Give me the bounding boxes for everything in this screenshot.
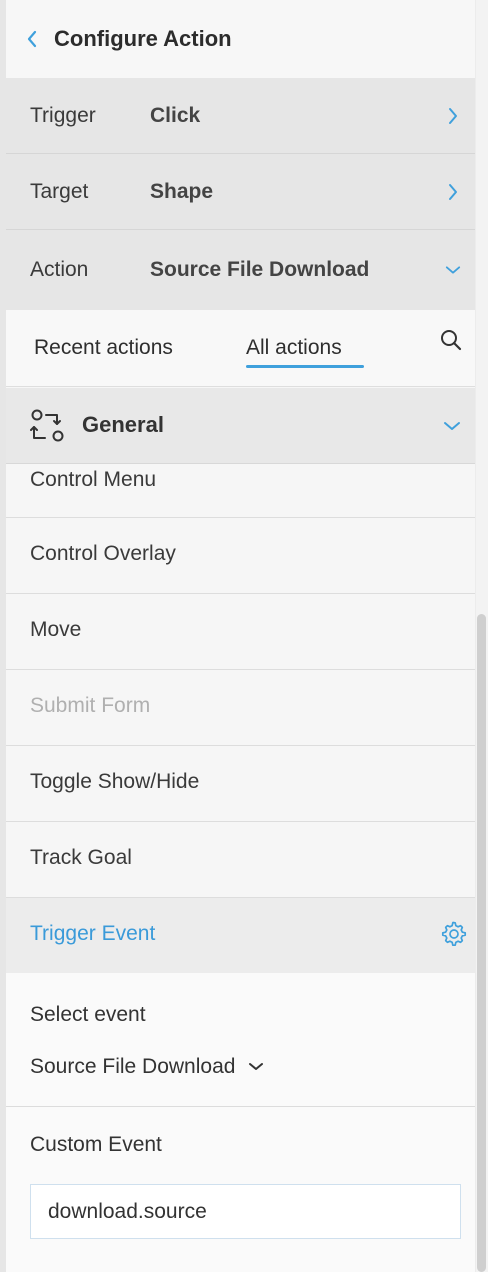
action-item-label: Trigger Event bbox=[30, 922, 156, 945]
trigger-value: Click bbox=[150, 103, 201, 127]
custom-event-label: Custom Event bbox=[30, 1133, 162, 1156]
action-row[interactable]: Action Source File Download bbox=[6, 230, 475, 310]
gear-icon[interactable] bbox=[439, 920, 467, 948]
action-item-label: Move bbox=[30, 618, 82, 641]
chevron-right-icon[interactable] bbox=[445, 107, 461, 124]
group-label: General bbox=[82, 412, 164, 437]
select-event-value: Source File Download bbox=[30, 1055, 236, 1078]
action-item-move[interactable]: Move bbox=[6, 594, 475, 670]
target-value: Shape bbox=[150, 179, 214, 203]
action-item-track-goal[interactable]: Track Goal bbox=[6, 822, 475, 898]
action-item-control-menu[interactable]: Control Menu bbox=[6, 464, 475, 518]
action-item-control-overlay[interactable]: Control Overlay bbox=[6, 518, 475, 594]
page-title: Configure Action bbox=[54, 26, 232, 51]
chevron-left-icon[interactable] bbox=[26, 30, 38, 48]
configure-action-panel: Configure Action Trigger Click Target Sh… bbox=[6, 0, 475, 1272]
active-tab-indicator bbox=[246, 365, 364, 368]
panel-header: Configure Action bbox=[6, 0, 475, 78]
back-button[interactable] bbox=[26, 29, 40, 49]
target-row[interactable]: Target Shape bbox=[6, 154, 475, 230]
chevron-down-icon[interactable] bbox=[445, 262, 461, 278]
search-icon[interactable] bbox=[439, 328, 463, 352]
chevron-right-icon[interactable] bbox=[445, 183, 461, 200]
chevron-down-icon[interactable] bbox=[443, 418, 461, 434]
select-event-label: Select event bbox=[30, 1003, 146, 1026]
action-item-label: Submit Form bbox=[30, 694, 151, 717]
action-item-toggle-show-hide[interactable]: Toggle Show/Hide bbox=[6, 746, 475, 822]
chevron-down-icon bbox=[249, 1063, 264, 1070]
trigger-label: Trigger bbox=[30, 103, 96, 127]
trigger-row[interactable]: Trigger Click bbox=[6, 78, 475, 154]
action-item-trigger-event[interactable]: Trigger Event bbox=[6, 898, 475, 974]
action-item-label: Control Overlay bbox=[30, 542, 176, 565]
action-item-label: Track Goal bbox=[30, 846, 132, 869]
custom-event-input[interactable] bbox=[30, 1184, 461, 1239]
action-item-label: Control Menu bbox=[30, 468, 157, 491]
action-item-submit-form: Submit Form bbox=[6, 670, 475, 746]
scrollbar-thumb[interactable] bbox=[477, 614, 486, 1272]
target-label: Target bbox=[30, 179, 89, 203]
tab-recent-actions[interactable]: Recent actions bbox=[34, 336, 173, 360]
action-item-label: Toggle Show/Hide bbox=[30, 770, 200, 793]
select-event-dropdown[interactable]: Source File Download bbox=[30, 1051, 265, 1083]
config-divider bbox=[6, 1106, 475, 1107]
action-tabs: Recent actions All actions bbox=[6, 310, 475, 387]
tab-all-actions[interactable]: All actions bbox=[246, 336, 342, 360]
trigger-event-config: Select event Source File Download Custom… bbox=[6, 973, 475, 1272]
action-value: Source File Download bbox=[150, 258, 370, 281]
workflow-icon bbox=[30, 409, 64, 442]
action-label: Action bbox=[30, 258, 89, 281]
group-general[interactable]: General bbox=[6, 388, 475, 464]
